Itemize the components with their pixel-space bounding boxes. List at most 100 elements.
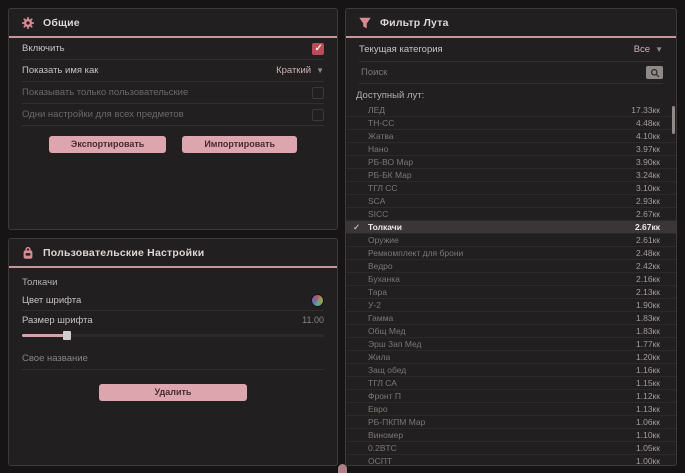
loot-item-name: SICC <box>368 209 388 219</box>
category-select[interactable]: Все ▼ <box>634 44 663 55</box>
loot-row[interactable]: ✓ РБ-БК Мар 3.24кк <box>346 169 676 182</box>
loot-row[interactable]: ✓ Виномер 1.10кк <box>346 429 676 442</box>
loot-row[interactable]: ✓ Тара 2.13кк <box>346 286 676 299</box>
loot-item-value: 1.20кк <box>636 352 660 362</box>
loot-item-name: РБ-ВО Мар <box>368 157 413 167</box>
scrollbar-thumb[interactable] <box>672 106 675 134</box>
loot-item-value: 3.97кк <box>636 144 660 154</box>
loot-item-name: Евро <box>368 404 388 414</box>
loot-item-name: РБ-ПКПМ Мар <box>368 417 425 427</box>
enable-checkbox[interactable] <box>312 43 324 55</box>
loot-row[interactable]: ✓ ОСПТ 1.00кк <box>346 455 676 466</box>
loot-item-name: Жила <box>368 352 390 362</box>
category-row: Текущая категория Все ▼ <box>359 38 663 62</box>
loot-item-value: 1.90кк <box>636 300 660 310</box>
font-size-slider[interactable] <box>22 330 324 340</box>
loot-item-value: 1.13кк <box>636 404 660 414</box>
loot-item-value: 2.13кк <box>636 287 660 297</box>
loot-row[interactable]: ✓ Буханка 2.16кк <box>346 273 676 286</box>
search-input[interactable] <box>359 66 646 79</box>
loot-row[interactable]: ✓ SICC 2.67кк <box>346 208 676 221</box>
loot-item-name: Фронт П <box>368 391 401 401</box>
loot-item-name: Жатва <box>368 131 394 141</box>
same-settings-checkbox[interactable] <box>312 109 324 121</box>
loot-item-value: 1.10кк <box>636 430 660 440</box>
loot-item-name: РБ-БК Мар <box>368 170 412 180</box>
loot-item-name: Общ Мед <box>368 326 406 336</box>
search-icon <box>649 67 661 79</box>
loot-row[interactable]: ✓ Общ Мед 1.83кк <box>346 325 676 338</box>
loot-row[interactable]: ✓ Эрш Зап Мед 1.77кк <box>346 338 676 351</box>
loot-row[interactable]: ✓ Фронт П 1.12кк <box>346 390 676 403</box>
loot-item-name: ТГЛ СА <box>368 378 397 388</box>
loot-item-value: 2.93кк <box>636 196 660 206</box>
search-button[interactable] <box>646 66 663 79</box>
loot-item-value: 1.15кк <box>636 378 660 388</box>
loot-row[interactable]: ✓ Оружие 2.61кк <box>346 234 676 247</box>
panel-general-title: Общие <box>43 17 80 29</box>
loot-item-value: 2.16кк <box>636 274 660 284</box>
selected-item-name: Толкачи <box>22 277 324 288</box>
loot-list: ✓ ЛЕД 17.33кк ✓ ТН-СС 4.48кк ✓ Жатва 4.1… <box>346 104 676 466</box>
loot-item-name: Буханка <box>368 274 400 284</box>
loot-item-value: 1.05кк <box>636 443 660 453</box>
name-mode-select[interactable]: Краткий ▼ <box>276 65 324 76</box>
loot-scrollbar[interactable] <box>672 106 675 466</box>
export-button[interactable]: Экспортировать <box>49 136 166 153</box>
loot-item-value: 2.48кк <box>636 248 660 258</box>
loot-row[interactable]: ✓ ТН-СС 4.48кк <box>346 117 676 130</box>
loot-row[interactable]: ✓ Жатва 4.10кк <box>346 130 676 143</box>
chevron-down-icon: ▼ <box>316 66 324 75</box>
loot-row[interactable]: ✓ Евро 1.13кк <box>346 403 676 416</box>
loot-row[interactable]: ✓ Защ обед 1.16кк <box>346 364 676 377</box>
loot-item-value: 4.10кк <box>636 131 660 141</box>
loot-row[interactable]: ✓ ТГЛ СС 3.10кк <box>346 182 676 195</box>
loot-row[interactable]: ✓ Жила 1.20кк <box>346 351 676 364</box>
loot-row[interactable]: ✓ Ведро 2.42кк <box>346 260 676 273</box>
available-loot-label: Доступный лут: <box>356 90 666 101</box>
loot-item-value: 2.61кк <box>636 235 660 245</box>
loot-row[interactable]: ✓ РБ-ПКПМ Мар 1.06кк <box>346 416 676 429</box>
loot-item-value: 2.67кк <box>635 222 660 232</box>
same-settings-label: Одни настройки для всех предметов <box>22 109 184 120</box>
loot-row[interactable]: ✓ Толкачи 2.67кк <box>346 221 676 234</box>
loot-row[interactable]: ✓ РБ-ВО Мар 3.90кк <box>346 156 676 169</box>
font-color-row: Цвет шрифта <box>22 290 324 311</box>
loot-item-name: Нано <box>368 144 388 154</box>
loot-item-name: Тара <box>368 287 387 297</box>
loot-row[interactable]: ✓ Ремкомплект для брони 2.48кк <box>346 247 676 260</box>
loot-row[interactable]: ✓ Гамма 1.83кк <box>346 312 676 325</box>
panel-general: Общие Включить Показать имя как Краткий … <box>8 8 338 230</box>
name-mode-value: Краткий <box>276 65 311 76</box>
import-button[interactable]: Импортировать <box>182 136 297 153</box>
loot-row[interactable]: ✓ 0.2BTC 1.05кк <box>346 442 676 455</box>
loot-row[interactable]: ✓ ТГЛ СА 1.15кк <box>346 377 676 390</box>
setting-row-only-custom: Показывать только пользовательские <box>22 82 324 104</box>
slider-fill <box>22 334 67 337</box>
custom-name-input[interactable] <box>22 350 324 370</box>
panel-loot-title: Фильтр Лута <box>380 17 449 29</box>
loot-row[interactable]: ✓ Нано 3.97кк <box>346 143 676 156</box>
font-size-row: Размер шрифта 11.00 <box>22 311 324 329</box>
search-row <box>359 62 663 84</box>
loot-item-value: 2.42кк <box>636 261 660 271</box>
loot-row[interactable]: ✓ SCA 2.93кк <box>346 195 676 208</box>
loot-row[interactable]: ✓ ЛЕД 17.33кк <box>346 104 676 117</box>
loot-item-value: 3.10кк <box>636 183 660 193</box>
color-wheel-icon[interactable] <box>311 294 324 307</box>
funnel-icon <box>358 16 372 30</box>
panel-loot-filter: Фильтр Лута Текущая категория Все ▼ Дост… <box>345 8 677 466</box>
backpack-icon <box>21 246 35 260</box>
category-value: Все <box>634 44 650 55</box>
loot-item-value: 17.33кк <box>631 105 660 115</box>
slider-handle[interactable] <box>63 331 71 340</box>
loot-row[interactable]: ✓ У-2 1.90кк <box>346 299 676 312</box>
setting-row-same-settings: Одни настройки для всех предметов <box>22 104 324 126</box>
delete-button[interactable]: Удалить <box>99 384 247 401</box>
setting-row-name-mode: Показать имя как Краткий ▼ <box>22 60 324 82</box>
bottom-grip-icon[interactable] <box>338 464 347 473</box>
only-custom-checkbox[interactable] <box>312 87 324 99</box>
loot-item-value: 3.24кк <box>636 170 660 180</box>
chevron-down-icon: ▼ <box>655 45 663 54</box>
only-custom-label: Показывать только пользовательские <box>22 87 188 98</box>
